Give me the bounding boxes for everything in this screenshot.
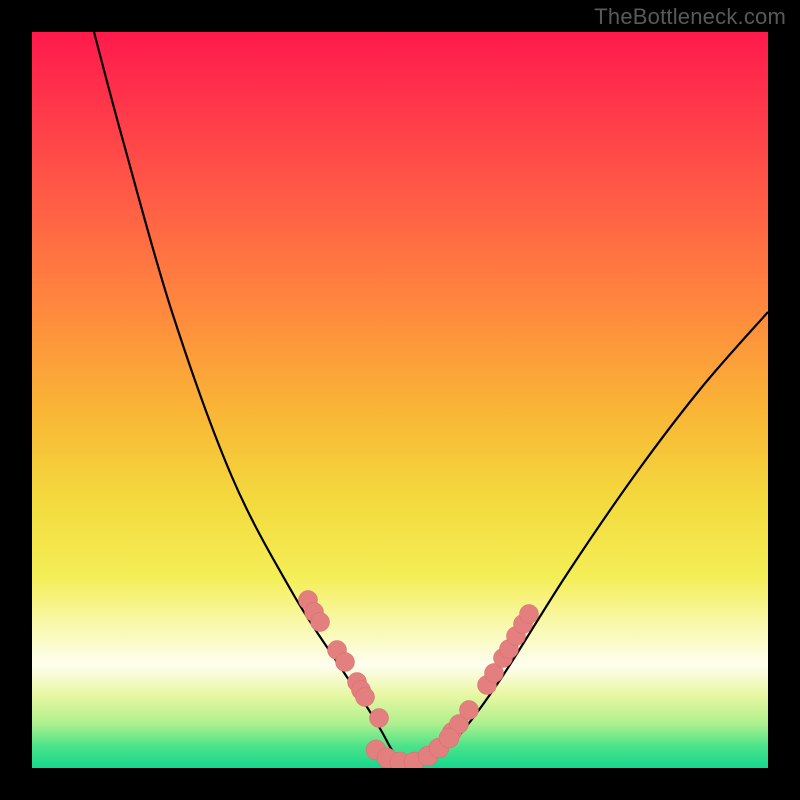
curve-left — [94, 32, 414, 766]
curve-marker — [311, 613, 330, 632]
attribution-text: TheBottleneck.com — [594, 4, 786, 30]
chart-frame — [32, 32, 768, 768]
curve-marker — [356, 688, 375, 707]
curve-markers-right — [443, 605, 539, 742]
bottleneck-chart — [32, 32, 768, 768]
curve-marker — [439, 728, 459, 748]
curve-markers-bottom — [366, 728, 459, 768]
curve-marker — [460, 701, 479, 720]
curve-marker — [520, 605, 539, 624]
curve-marker — [370, 709, 389, 728]
curve-right — [414, 312, 768, 766]
curve-markers-left — [299, 591, 389, 728]
curve-marker — [336, 653, 355, 672]
